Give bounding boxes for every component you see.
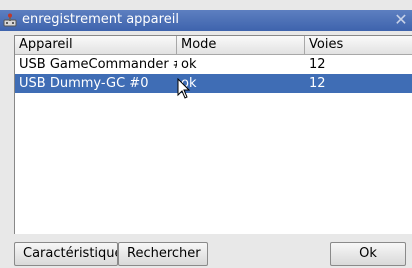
title-bar[interactable]: enregistrement appareil ✕: [0, 10, 412, 31]
table-row-selected[interactable]: USB Dummy-GC #0 ok 12: [15, 74, 412, 93]
column-header-device[interactable]: Appareil: [15, 36, 177, 54]
device-list[interactable]: Appareil Mode Voies USB GameCommander # …: [14, 35, 412, 234]
channels-cell: 12: [309, 57, 326, 72]
list-header: Appareil Mode Voies: [15, 36, 412, 55]
mode-cell: ok: [181, 57, 197, 72]
close-icon[interactable]: ✕: [392, 11, 410, 29]
device-cell: USB Dummy-GC #0: [19, 76, 149, 91]
joystick-icon: [3, 13, 17, 27]
mouse-pointer-icon: [177, 77, 191, 100]
ok-button[interactable]: Ok: [330, 242, 406, 266]
device-registration-window: enregistrement appareil ✕ Appareil Mode …: [0, 0, 412, 268]
column-header-channels[interactable]: Voies: [305, 36, 412, 54]
search-button[interactable]: Rechercher: [118, 242, 208, 266]
channels-cell: 12: [309, 76, 326, 91]
features-button[interactable]: Caractéristique: [14, 242, 118, 266]
mode-cell: ok: [181, 76, 197, 91]
window-title: enregistrement appareil: [22, 12, 179, 27]
table-row[interactable]: USB GameCommander # ok 12: [15, 55, 412, 74]
column-header-mode[interactable]: Mode: [177, 36, 305, 54]
device-cell: USB GameCommander #: [19, 57, 177, 72]
